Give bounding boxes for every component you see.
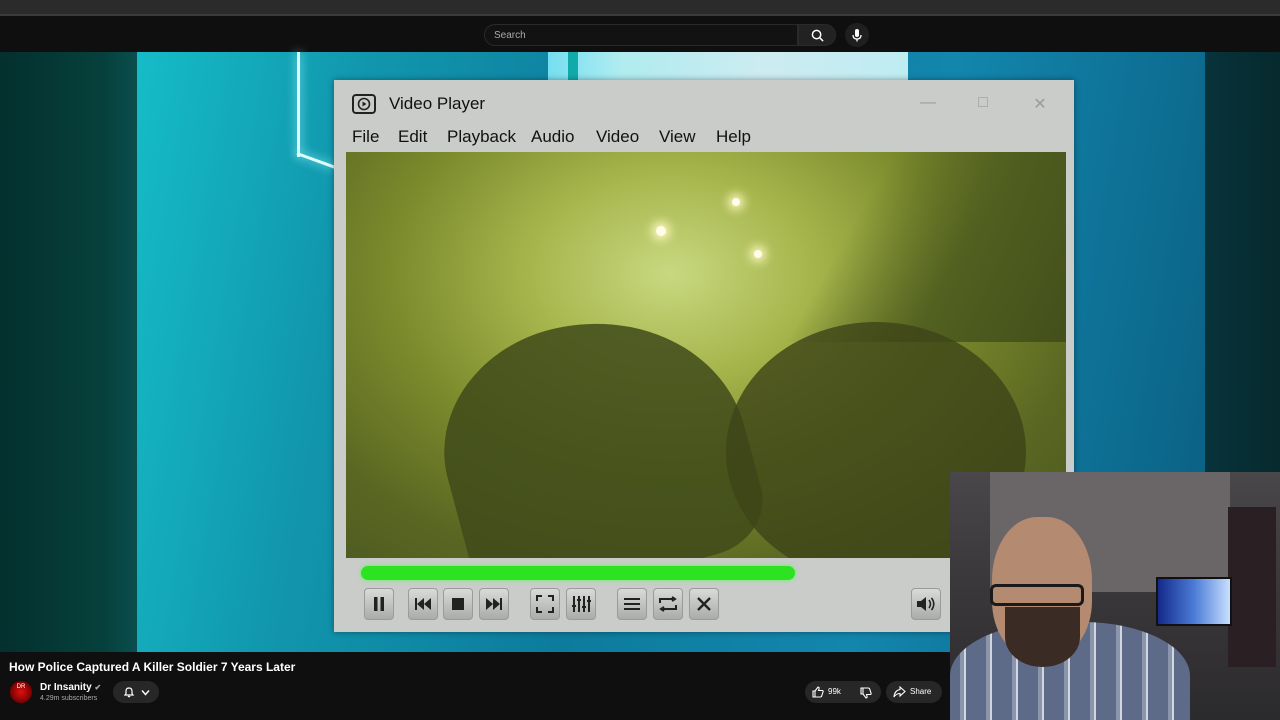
pause-button[interactable] bbox=[364, 588, 394, 620]
playlist-icon bbox=[624, 598, 640, 610]
search-button[interactable] bbox=[798, 24, 836, 46]
video-scene-light bbox=[732, 198, 740, 206]
share-label: Share bbox=[910, 687, 932, 696]
channel-name[interactable]: Dr Insanity ✔ bbox=[40, 682, 101, 693]
player-menubar: File Edit Playback Audio Video View Help bbox=[334, 124, 1074, 152]
notification-button[interactable] bbox=[113, 681, 159, 703]
playlist-button[interactable] bbox=[617, 588, 647, 620]
seek-bar-progress bbox=[361, 566, 795, 580]
previous-button[interactable] bbox=[408, 588, 438, 620]
video-scene-light bbox=[656, 226, 666, 236]
maximize-icon[interactable]: □ bbox=[971, 94, 995, 112]
menu-playback[interactable]: Playback bbox=[447, 127, 516, 147]
stop-button[interactable] bbox=[443, 588, 473, 620]
channel-avatar[interactable]: DR bbox=[10, 681, 32, 703]
menu-video[interactable]: Video bbox=[596, 127, 639, 147]
video-scene-light bbox=[754, 250, 762, 258]
equalizer-button[interactable] bbox=[566, 588, 596, 620]
minimize-icon[interactable]: — bbox=[916, 94, 940, 112]
menu-edit[interactable]: Edit bbox=[398, 127, 427, 147]
next-button[interactable] bbox=[479, 588, 509, 620]
search-input[interactable] bbox=[485, 25, 784, 46]
thumbs-down-icon[interactable] bbox=[860, 687, 872, 699]
player-title: Video Player bbox=[389, 94, 486, 113]
player-titlebar: Video Player — □ ✕ bbox=[334, 80, 1074, 124]
webcam-overlay bbox=[950, 472, 1280, 720]
microphone-icon bbox=[852, 29, 862, 42]
subscriber-count: 4.29m subscribers bbox=[40, 695, 98, 702]
share-button[interactable]: Share bbox=[886, 681, 942, 703]
light-streak bbox=[548, 52, 908, 80]
presenter-beard bbox=[1005, 607, 1080, 667]
webcam-bookshelf bbox=[1228, 507, 1276, 667]
video-player-icon bbox=[352, 94, 376, 114]
repeat-icon bbox=[659, 596, 677, 612]
avatar-text: DR bbox=[16, 684, 26, 690]
volume-icon bbox=[917, 597, 935, 611]
channel-name-text: Dr Insanity bbox=[40, 682, 92, 693]
volume-button[interactable] bbox=[911, 588, 941, 620]
pause-icon bbox=[374, 597, 384, 611]
shuffle-button[interactable] bbox=[689, 588, 719, 620]
bell-icon bbox=[123, 687, 134, 698]
share-icon bbox=[893, 686, 906, 698]
menu-audio[interactable]: Audio bbox=[531, 127, 574, 147]
browser-top-strip bbox=[0, 0, 1280, 14]
previous-icon bbox=[415, 598, 431, 610]
thumbs-up-icon[interactable] bbox=[812, 686, 824, 698]
repeat-button[interactable] bbox=[653, 588, 683, 620]
voice-search-button[interactable] bbox=[845, 23, 869, 47]
fullscreen-icon bbox=[536, 595, 554, 613]
chevron-down-icon bbox=[140, 689, 150, 696]
close-icon[interactable]: ✕ bbox=[1028, 94, 1052, 114]
menu-file[interactable]: File bbox=[352, 127, 379, 147]
light-streak bbox=[297, 52, 300, 157]
video-scene-shadow bbox=[766, 152, 1066, 342]
like-dislike-group: 99k bbox=[805, 681, 881, 703]
video-scene-shadow bbox=[417, 287, 775, 558]
verified-icon: ✔ bbox=[94, 683, 102, 692]
menu-help[interactable]: Help bbox=[716, 127, 751, 147]
presenter-glasses bbox=[990, 584, 1084, 606]
search-box[interactable] bbox=[484, 24, 798, 46]
video-title: How Police Captured A Killer Soldier 7 Y… bbox=[9, 660, 296, 674]
webcam-tv-screen bbox=[1156, 577, 1232, 626]
fullscreen-button[interactable] bbox=[530, 588, 560, 620]
stop-icon bbox=[452, 598, 464, 610]
menu-view[interactable]: View bbox=[659, 127, 696, 147]
like-count[interactable]: 99k bbox=[828, 687, 841, 696]
equalizer-icon bbox=[572, 596, 591, 612]
search-icon bbox=[811, 29, 824, 42]
shuffle-icon bbox=[697, 597, 711, 611]
light-streak bbox=[568, 52, 578, 80]
next-icon bbox=[486, 598, 502, 610]
